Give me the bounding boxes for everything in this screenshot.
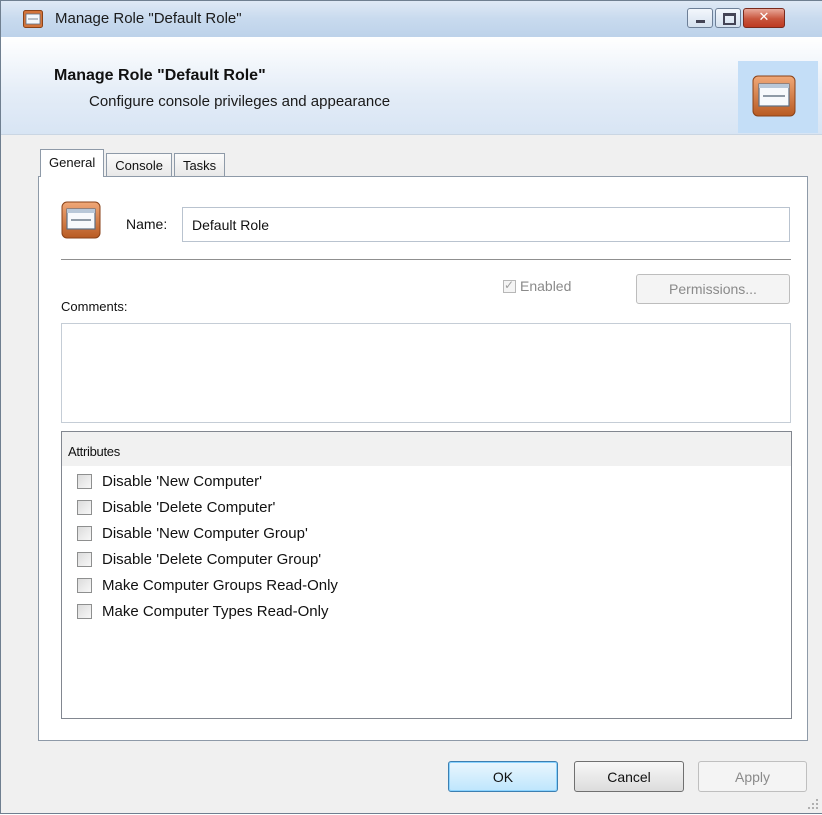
header-title: Manage Role "Default Role" <box>54 67 266 84</box>
attribute-row[interactable]: Disable 'Delete Computer' <box>62 494 791 520</box>
ok-button[interactable]: OK <box>448 761 558 792</box>
header-icon-area <box>738 61 818 133</box>
dialog-button-bar: OK Cancel Apply <box>1 743 822 815</box>
minimize-button[interactable] <box>687 8 713 28</box>
window-title: Manage Role "Default Role" <box>55 10 242 27</box>
role-icon <box>752 75 796 117</box>
tab-strip: General Console Tasks <box>40 149 227 177</box>
attribute-label: Make Computer Types Read-Only <box>102 602 329 620</box>
attribute-label: Disable 'Delete Computer Group' <box>102 550 322 568</box>
name-input[interactable] <box>182 207 790 242</box>
tab-general[interactable]: General <box>40 149 105 177</box>
enabled-checkbox[interactable]: Enabled <box>503 278 571 294</box>
attribute-label: Make Computer Groups Read-Only <box>102 576 338 594</box>
attributes-items: Disable 'New Computer' Disable 'Delete C… <box>62 468 791 624</box>
comments-label: Comments: <box>61 299 128 314</box>
attribute-checkbox[interactable] <box>77 525 92 541</box>
cancel-button[interactable]: Cancel <box>574 761 684 792</box>
attribute-checkbox[interactable] <box>77 551 92 567</box>
attribute-row[interactable]: Make Computer Groups Read-Only <box>62 572 791 598</box>
apply-button[interactable]: Apply <box>698 761 807 792</box>
name-label: Name: <box>126 216 168 232</box>
role-window-icon <box>23 10 43 28</box>
role-icon <box>61 201 101 239</box>
attributes-list: Attributes Disable 'New Computer' Disabl… <box>61 431 792 719</box>
window-controls <box>687 8 787 30</box>
attribute-checkbox[interactable] <box>77 577 92 593</box>
attributes-header-label: Attributes <box>68 444 120 459</box>
attribute-row[interactable]: Disable 'Delete Computer Group' <box>62 546 791 572</box>
attribute-checkbox[interactable] <box>77 603 92 619</box>
manage-role-dialog: Manage Role "Default Role" Manage Role "… <box>0 0 822 814</box>
enabled-label: Enabled <box>520 278 572 294</box>
tab-tasks[interactable]: Tasks <box>173 153 226 177</box>
attribute-label: Disable 'New Computer Group' <box>102 524 308 542</box>
attribute-label: Disable 'New Computer' <box>102 472 262 490</box>
resize-grip-icon[interactable] <box>807 798 819 810</box>
attribute-checkbox[interactable] <box>77 473 92 489</box>
maximize-button[interactable] <box>715 8 741 28</box>
separator <box>61 259 791 260</box>
attribute-row[interactable]: Make Computer Types Read-Only <box>62 598 791 624</box>
attribute-row[interactable]: Disable 'New Computer Group' <box>62 520 791 546</box>
comments-textarea[interactable] <box>61 323 791 423</box>
attribute-checkbox[interactable] <box>77 499 92 515</box>
enabled-check-box[interactable] <box>503 278 516 293</box>
header-subtitle: Configure console privileges and appeara… <box>89 93 391 110</box>
general-tab-panel: Name: Enabled Permissions... Comments: A… <box>38 176 808 741</box>
permissions-button[interactable]: Permissions... <box>636 274 790 304</box>
title-bar[interactable]: Manage Role "Default Role" <box>1 1 822 38</box>
attributes-header: Attributes <box>62 432 791 466</box>
dialog-header: Manage Role "Default Role" Configure con… <box>1 37 822 135</box>
attribute-label: Disable 'Delete Computer' <box>102 498 276 516</box>
attribute-row[interactable]: Disable 'New Computer' <box>62 468 791 494</box>
tab-console[interactable]: Console <box>106 153 172 177</box>
close-button[interactable] <box>743 8 785 28</box>
